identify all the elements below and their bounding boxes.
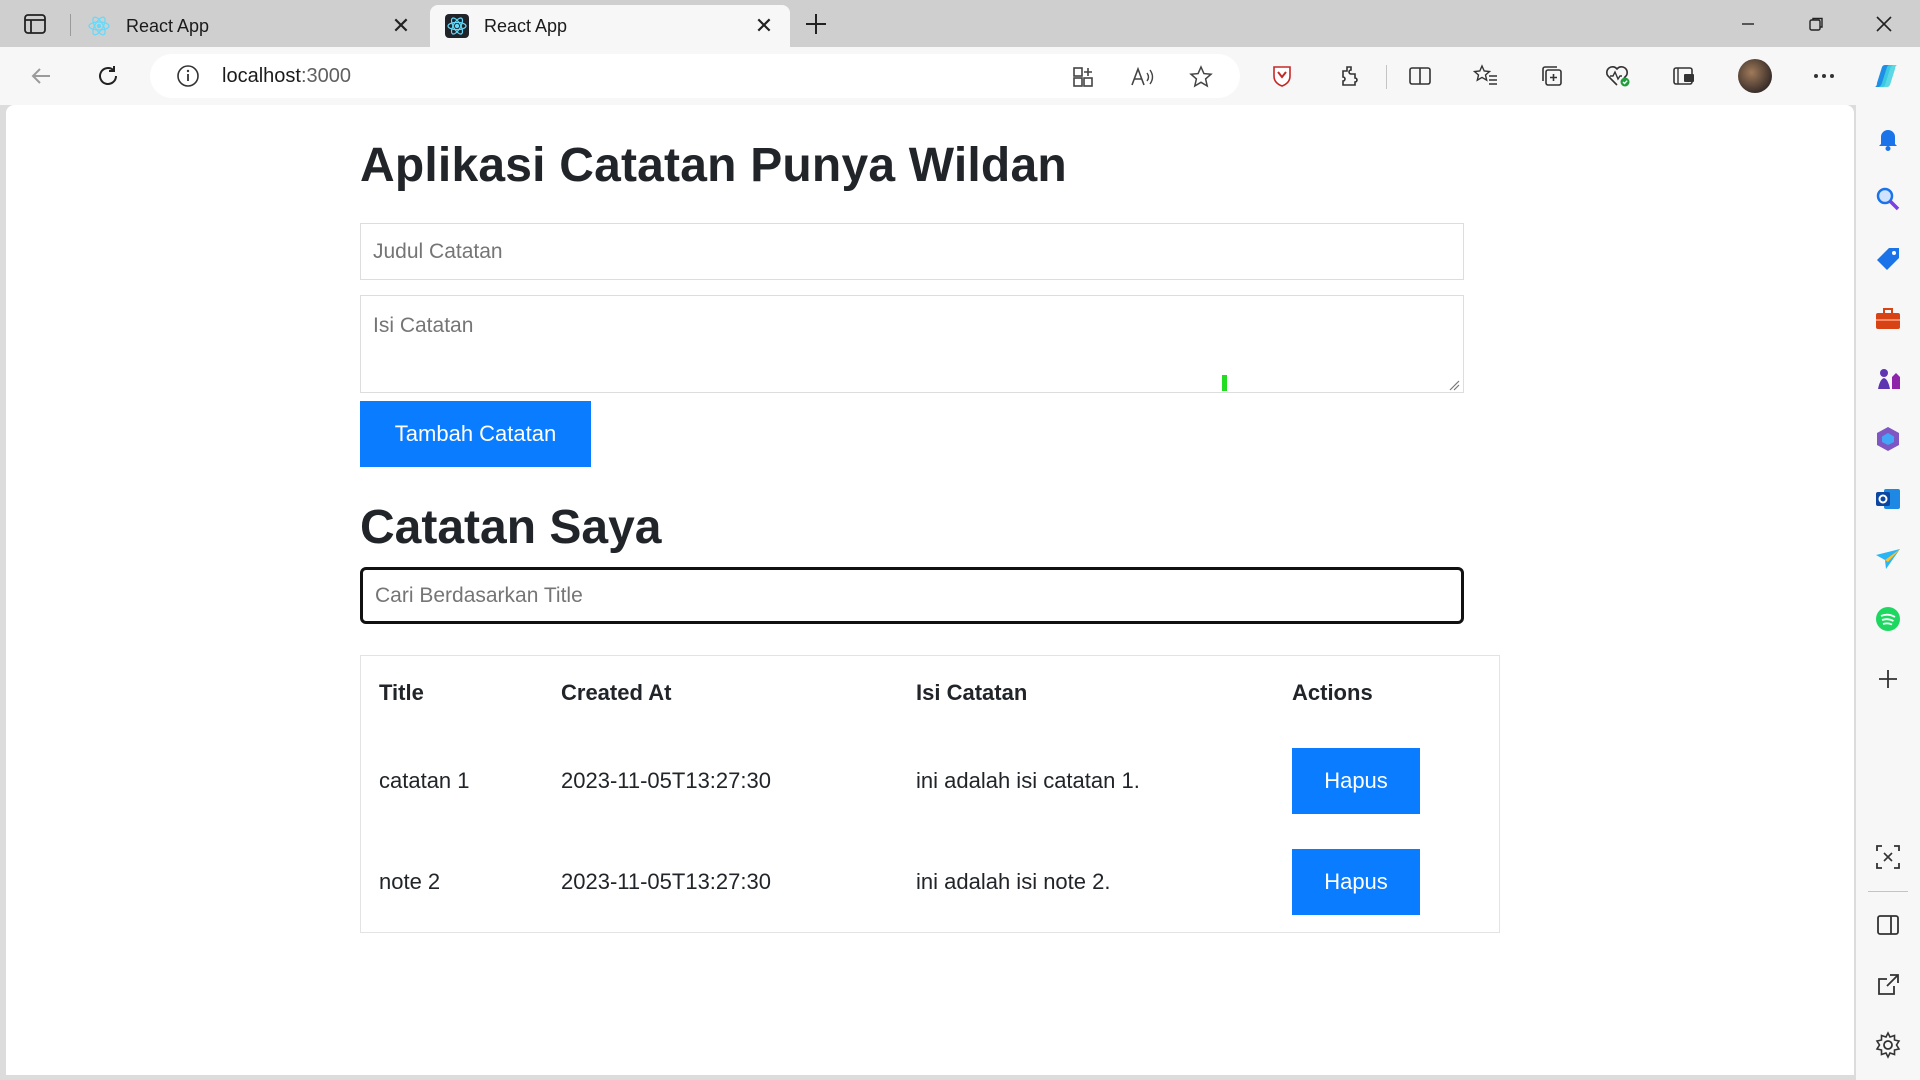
bell-icon[interactable] — [1874, 125, 1902, 153]
tab-title: React App — [126, 15, 210, 36]
microsoft-365-icon[interactable] — [1874, 425, 1902, 453]
toggle-sidebar-icon[interactable] — [1874, 911, 1902, 939]
refresh-button[interactable] — [90, 58, 126, 94]
close-window-button[interactable] — [1850, 0, 1918, 47]
react-logo-icon — [444, 13, 470, 39]
minimize-button[interactable] — [1714, 0, 1782, 47]
cell-body: ini adalah isi catatan 1. — [916, 768, 1140, 793]
app-title: Aplikasi Catatan Punya Wildan — [360, 139, 1067, 192]
favorite-star-icon[interactable] — [1186, 62, 1216, 92]
restore-icon — [1809, 17, 1823, 31]
note-title-input[interactable] — [360, 223, 1464, 280]
copilot-icon[interactable] — [1870, 60, 1902, 92]
minimize-icon — [1742, 22, 1754, 25]
tools-briefcase-icon[interactable] — [1874, 305, 1902, 333]
sidebar-divider — [1868, 891, 1908, 892]
column-header-title: Title — [379, 680, 424, 705]
back-arrow-icon — [31, 68, 50, 84]
favorites-icon[interactable] — [1470, 60, 1502, 92]
browser-tab-2[interactable]: React App ✕ — [430, 5, 790, 47]
page-viewport: Aplikasi Catatan Punya Wildan Tambah Cat… — [6, 105, 1854, 1075]
column-header-created-at: Created At — [561, 680, 672, 705]
spotify-icon[interactable] — [1874, 605, 1902, 633]
resize-grip-icon[interactable] — [1448, 379, 1460, 391]
wallet-icon[interactable] — [1668, 60, 1700, 92]
table-header-row: Title Created At Isi Catatan Actions — [361, 656, 1499, 730]
search-input[interactable] — [360, 567, 1464, 624]
tab-strip: React App ✕ React App ✕ — [0, 0, 1920, 47]
column-header-body: Isi Catatan — [916, 680, 1028, 705]
cell-body: ini adalah isi note 2. — [916, 869, 1111, 894]
address-bar[interactable]: localhost:3000 — [150, 54, 1240, 98]
refresh-icon — [99, 66, 117, 85]
cell-actions: Hapus — [1274, 832, 1499, 932]
collections-icon[interactable] — [1536, 60, 1568, 92]
close-tab-icon[interactable]: ✕ — [389, 13, 413, 38]
notes-table-container: Title Created At Isi Catatan Actions cat… — [360, 655, 1500, 933]
restore-button[interactable] — [1782, 0, 1850, 47]
add-note-button[interactable]: Tambah Catatan — [360, 401, 591, 467]
shopping-tag-icon[interactable] — [1874, 245, 1902, 273]
cell-created-at: 2023-11-05T13:27:30 — [561, 768, 771, 793]
outlook-icon[interactable] — [1874, 485, 1902, 513]
read-aloud-icon[interactable] — [1128, 62, 1158, 92]
close-icon — [1876, 15, 1892, 32]
split-screen-icon[interactable] — [1404, 60, 1436, 92]
open-external-icon[interactable] — [1874, 971, 1902, 999]
table-row: note 2 2023-11-05T13:27:30 ini adalah is… — [361, 832, 1499, 932]
profile-avatar[interactable] — [1738, 59, 1772, 93]
tab-actions-icon — [24, 14, 46, 34]
delete-note-button[interactable]: Hapus — [1292, 748, 1420, 814]
tab-actions-button[interactable] — [18, 10, 52, 38]
add-sidebar-app-icon[interactable] — [1874, 665, 1902, 693]
browser-toolbar: localhost:3000 — [0, 47, 1920, 105]
tab-separator — [70, 14, 71, 36]
cell-title: catatan 1 — [379, 768, 470, 793]
delete-note-button[interactable]: Hapus — [1292, 849, 1420, 915]
toolbar-separator — [1386, 65, 1387, 89]
plus-icon — [806, 14, 826, 34]
app-available-icon[interactable] — [1068, 62, 1098, 92]
site-info-icon[interactable] — [174, 62, 202, 90]
cell-title: note 2 — [379, 869, 441, 894]
close-tab-icon[interactable]: ✕ — [752, 13, 776, 38]
back-button[interactable] — [24, 58, 60, 94]
edge-sidebar — [1856, 105, 1920, 1080]
react-logo-icon — [86, 13, 112, 39]
text-cursor-marker — [1222, 375, 1227, 391]
url-host: localhost — [222, 64, 301, 87]
settings-gear-icon[interactable] — [1874, 1031, 1902, 1059]
column-header-actions: Actions — [1292, 680, 1373, 705]
new-tab-button[interactable] — [800, 8, 832, 40]
games-chess-icon[interactable] — [1874, 365, 1902, 393]
screenshot-icon[interactable] — [1874, 843, 1902, 871]
url-text: localhost:3000 — [222, 65, 351, 88]
more-menu-icon[interactable] — [1808, 60, 1840, 92]
send-plane-icon[interactable] — [1874, 545, 1902, 573]
notes-table: Title Created At Isi Catatan Actions cat… — [361, 656, 1499, 932]
url-port: :3000 — [300, 64, 351, 87]
browser-essentials-icon[interactable] — [1602, 60, 1634, 92]
cell-created-at: 2023-11-05T13:27:30 — [561, 869, 771, 894]
notes-heading: Catatan Saya — [360, 501, 662, 554]
tab-title: React App — [484, 15, 568, 36]
table-row: catatan 1 2023-11-05T13:27:30 ini adalah… — [361, 730, 1499, 832]
note-body-textarea[interactable] — [360, 295, 1464, 393]
extensions-puzzle-icon[interactable] — [1334, 60, 1366, 92]
cell-actions: Hapus — [1274, 730, 1499, 832]
extension-shield-icon[interactable] — [1266, 60, 1298, 92]
browser-tab-1[interactable]: React App ✕ — [72, 5, 427, 47]
search-icon[interactable] — [1874, 185, 1902, 213]
